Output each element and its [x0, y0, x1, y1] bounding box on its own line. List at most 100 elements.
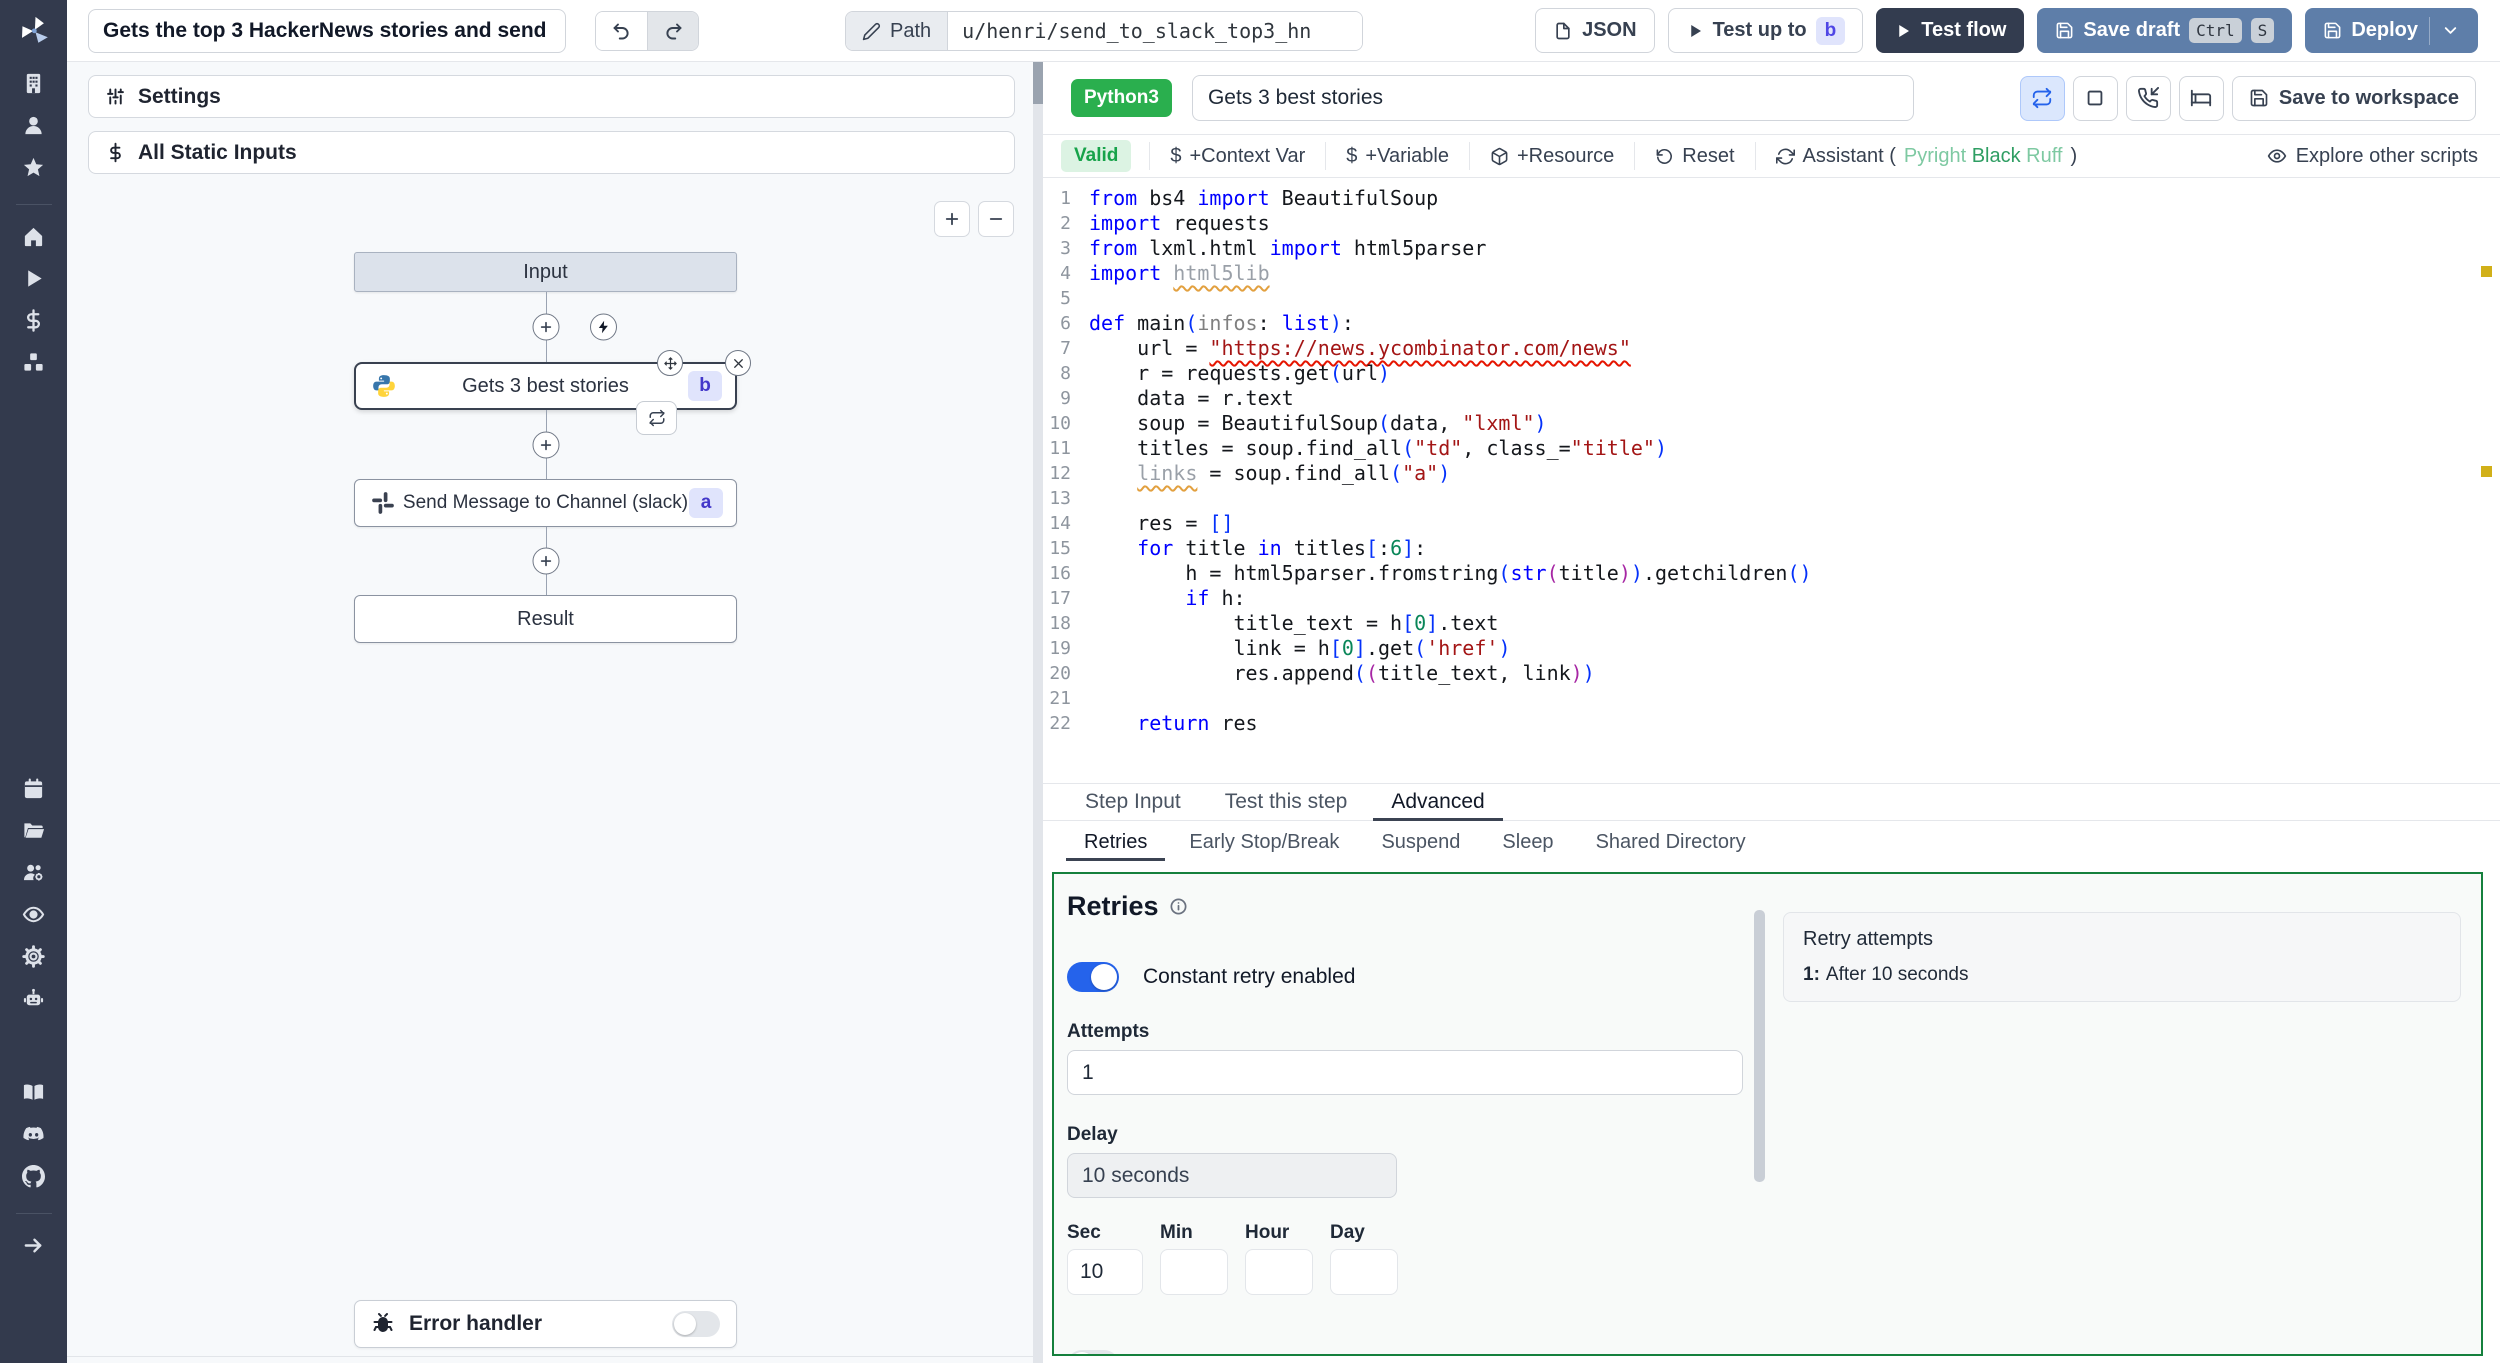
subtab-suspend[interactable]: Suspend: [1360, 821, 1481, 863]
delete-step-button[interactable]: [725, 350, 751, 376]
code-line[interactable]: 1 from bs4 import BeautifulSoup: [1043, 186, 2500, 211]
deploy-button[interactable]: Deploy: [2305, 8, 2478, 53]
test-flow-button[interactable]: Test flow: [1876, 8, 2025, 53]
trigger-button[interactable]: [589, 313, 617, 341]
path-label[interactable]: Path: [846, 12, 949, 50]
subtab-sleep[interactable]: Sleep: [1481, 821, 1574, 863]
dollar-icon[interactable]: [22, 309, 45, 332]
github-icon[interactable]: [22, 1165, 45, 1188]
code-editor[interactable]: 1 from bs4 import BeautifulSoup 2 import re…: [1043, 178, 2500, 783]
code-line[interactable]: 22 return res: [1043, 711, 2500, 736]
flow-settings-button[interactable]: Settings: [88, 75, 1015, 118]
error-handler-node[interactable]: Error handler: [354, 1300, 737, 1348]
sleep-button[interactable]: [2178, 75, 2224, 121]
step-name-input[interactable]: [1191, 75, 1914, 121]
users-gear-icon[interactable]: [22, 861, 45, 884]
hour-input[interactable]: [1245, 1249, 1313, 1295]
retries-scrollbar[interactable]: [1754, 874, 1765, 1354]
all-static-inputs-button[interactable]: All Static Inputs: [88, 131, 1015, 174]
calendar-icon[interactable]: [22, 777, 45, 800]
bot-icon[interactable]: [22, 987, 45, 1010]
reset-button[interactable]: Reset: [1634, 142, 1754, 170]
add-context-var-button[interactable]: $ +Context Var: [1149, 142, 1325, 170]
code-line[interactable]: 12 links = soup.find_all("a"): [1043, 461, 2500, 486]
flow-node-input[interactable]: Input: [354, 252, 737, 292]
assistant-button[interactable]: Assistant (Pyright Black Ruff): [1754, 142, 2098, 170]
splitter-handle[interactable]: [1033, 62, 1043, 104]
subtab-early-stop-break[interactable]: Early Stop/Break: [1168, 821, 1360, 863]
code-line[interactable]: 3 from lxml.html import html5parser: [1043, 236, 2500, 261]
code-line[interactable]: 18 title_text = h[0].text: [1043, 611, 2500, 636]
book-open-icon[interactable]: [22, 1081, 45, 1104]
explore-other-scripts-button[interactable]: Explore other scripts: [2267, 145, 2500, 168]
json-button[interactable]: JSON: [1535, 8, 1655, 53]
code-line[interactable]: 2 import requests: [1043, 211, 2500, 236]
subtab-shared-directory[interactable]: Shared Directory: [1575, 821, 1767, 863]
insert-step-button[interactable]: [532, 431, 559, 458]
code-line[interactable]: 11 titles = soup.find_all("td", class_="…: [1043, 436, 2500, 461]
code-line[interactable]: 21: [1043, 686, 2500, 711]
refresh-icon: [1775, 148, 1795, 164]
sec-input[interactable]: [1067, 1249, 1143, 1295]
insert-step-button[interactable]: [532, 313, 559, 341]
attempts-input[interactable]: [1067, 1050, 1743, 1095]
tab-test-this-step[interactable]: Test this step: [1203, 784, 1370, 820]
insert-step-button[interactable]: [532, 547, 559, 575]
undo-button[interactable]: [596, 12, 647, 50]
code-line[interactable]: 20 res.append((title_text, link)): [1043, 661, 2500, 686]
code-line[interactable]: 6 def main(infos: list):: [1043, 311, 2500, 336]
star-icon[interactable]: [22, 156, 45, 179]
discord-icon[interactable]: [22, 1123, 45, 1146]
path-input[interactable]: [948, 12, 1363, 50]
test-up-to-button[interactable]: Test up to b: [1667, 8, 1864, 53]
error-handler-toggle[interactable]: [672, 1311, 720, 1337]
move-step-button[interactable]: [657, 350, 683, 376]
boxes-icon[interactable]: [22, 351, 45, 374]
tab-advanced[interactable]: Advanced: [1369, 784, 1506, 821]
save-to-workspace-button[interactable]: Save to workspace: [2231, 75, 2476, 121]
flow-title-input[interactable]: [88, 9, 566, 53]
suspend-button[interactable]: [2125, 75, 2171, 121]
retries-shortcut-button[interactable]: [2019, 75, 2065, 121]
redo-button[interactable]: [647, 12, 698, 50]
zoom-in-button[interactable]: [934, 201, 970, 237]
home-icon[interactable]: [22, 225, 45, 248]
min-input[interactable]: [1160, 1249, 1228, 1295]
code-line[interactable]: 5: [1043, 286, 2500, 311]
day-input[interactable]: [1330, 1249, 1398, 1295]
arrow-right-icon[interactable]: [22, 1234, 45, 1257]
code-line[interactable]: 16 h = html5parser.fromstring(str(title)…: [1043, 561, 2500, 586]
code-line[interactable]: 14 res = []: [1043, 511, 2500, 536]
code-line[interactable]: 15 for title in titles[:6]:: [1043, 536, 2500, 561]
eye-icon[interactable]: [22, 903, 45, 926]
flow-node-step-a[interactable]: Send Message to Channel (slack) a: [354, 479, 737, 527]
line-number: 14: [1049, 513, 1071, 534]
scrollbar-thumb[interactable]: [1754, 910, 1765, 1182]
code-line[interactable]: 8 r = requests.get(url): [1043, 361, 2500, 386]
code-line[interactable]: 4 import html5lib: [1043, 261, 2500, 286]
save-draft-button[interactable]: Save draft Ctrl S: [2037, 8, 2293, 53]
flow-node-step-b[interactable]: Gets 3 best stories b: [354, 350, 751, 435]
add-variable-button[interactable]: $ +Variable: [1325, 142, 1469, 170]
code-line[interactable]: 10 soup = BeautifulSoup(data, "lxml"): [1043, 411, 2500, 436]
subtab-retries[interactable]: Retries: [1063, 821, 1168, 863]
constant-retry-toggle[interactable]: [1067, 962, 1119, 992]
play-icon[interactable]: [22, 267, 45, 290]
windmill-logo[interactable]: [0, 0, 67, 62]
panel-splitter[interactable]: [1033, 62, 1043, 1363]
code-line[interactable]: 7 url = "https://news.ycombinator.com/ne…: [1043, 336, 2500, 361]
code-line[interactable]: 19 link = h[0].get('href'): [1043, 636, 2500, 661]
building-icon[interactable]: [22, 72, 45, 95]
tab-step-input[interactable]: Step Input: [1063, 784, 1203, 820]
code-line[interactable]: 9 data = r.text: [1043, 386, 2500, 411]
add-resource-button[interactable]: +Resource: [1469, 142, 1634, 170]
folder-open-icon[interactable]: [22, 819, 45, 842]
flow-node-result[interactable]: Result: [354, 595, 737, 643]
zoom-out-button[interactable]: [978, 201, 1014, 237]
exponential-backoff-toggle[interactable]: [1067, 1350, 1119, 1354]
code-line[interactable]: 13: [1043, 486, 2500, 511]
user-icon[interactable]: [22, 114, 45, 137]
gear-icon[interactable]: [22, 945, 45, 968]
code-line[interactable]: 17 if h:: [1043, 586, 2500, 611]
early-stop-button[interactable]: [2072, 75, 2118, 121]
